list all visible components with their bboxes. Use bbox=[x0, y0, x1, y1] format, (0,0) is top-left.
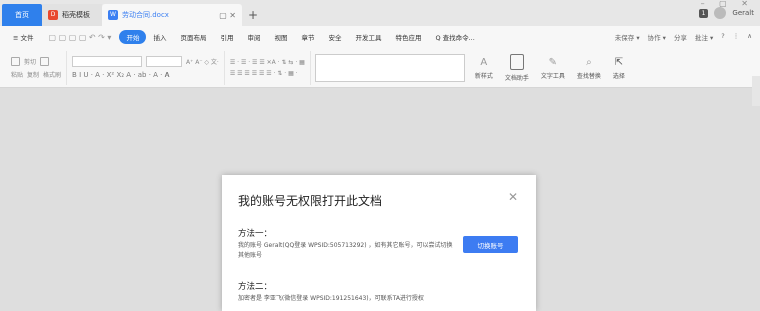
text-tools-button[interactable]: ✎ 文字工具 bbox=[535, 57, 571, 80]
select-label: 选择 bbox=[612, 72, 625, 80]
window-controls[interactable]: – ▢ ✕ bbox=[701, 0, 754, 8]
toolbar: 剪切 粘贴 复制 格式刷 A⁺ A⁻ ◇ 文· B I U · A · X² X… bbox=[0, 48, 760, 88]
dialog-title: 我的账号无权限打开此文档 bbox=[238, 194, 383, 208]
format-buttons[interactable]: B I U · A · X² X₂ A · ab · A · 𝐀 bbox=[72, 71, 169, 80]
doc-assistant-button[interactable]: 文档助手 bbox=[499, 54, 535, 82]
share-button[interactable]: 分享 bbox=[674, 32, 687, 42]
notification-badge[interactable]: 1 bbox=[698, 8, 709, 18]
comment-button[interactable]: 批注 ▾ bbox=[695, 32, 713, 42]
find-replace-label: 查找替换 bbox=[576, 72, 601, 80]
tab-document-label: 劳动合同.docx bbox=[122, 11, 169, 19]
tab-template-label: 稻壳模板 bbox=[62, 11, 90, 19]
format-painter-button[interactable]: 格式刷 bbox=[43, 70, 61, 79]
wrench-icon: ✎ bbox=[548, 56, 558, 68]
list-buttons[interactable]: ☰ · ☰ · ☰ ☰ ✕A · ⇅ ⇆ · ▦ bbox=[230, 59, 305, 66]
paste-icon[interactable] bbox=[11, 57, 20, 66]
style-gallery[interactable] bbox=[314, 54, 465, 82]
tab-template[interactable]: D 稻壳模板 bbox=[42, 4, 102, 26]
new-style-label: 新样式 bbox=[474, 72, 493, 80]
quick-access-icons[interactable]: ▢ ▢ ▢ ▢ ↶ ↷ ▾ bbox=[41, 33, 120, 42]
tab-bar: 首页 D 稻壳模板 W 劳动合同.docx ▢ ✕ + 1 Geralt – ▢… bbox=[0, 0, 760, 26]
copy-button[interactable]: 复制 bbox=[27, 70, 39, 79]
collapse-icon[interactable]: ∧ bbox=[747, 32, 752, 42]
font-size-select[interactable] bbox=[146, 56, 183, 67]
doc-assistant-icon bbox=[509, 54, 524, 70]
menu-reference[interactable]: 引用 bbox=[213, 32, 240, 42]
command-search[interactable]: Q 查找命令... bbox=[428, 32, 481, 42]
menu-bar: ≡ 文件 ▢ ▢ ▢ ▢ ↶ ↷ ▾ 开始 插入 页面布局 引用 审阅 视图 章… bbox=[0, 26, 760, 48]
method2-text: 加密者是 李亚飞(微信登录 WPSID:191251643)，可联系TA进行授权 bbox=[238, 295, 424, 302]
cut-button[interactable]: 剪切 bbox=[24, 57, 36, 66]
paragraph-group: ☰ · ☰ · ☰ ☰ ✕A · ⇅ ⇆ · ▦ ☰ ☰ ☰ ☰ ☰ ☰ · ⇅… bbox=[225, 51, 311, 85]
menu-chapter[interactable]: 章节 bbox=[294, 32, 321, 42]
more-icon[interactable]: ⋮ bbox=[733, 32, 740, 42]
find-replace-button[interactable]: ⌕ 查找替换 bbox=[571, 57, 607, 80]
user-name[interactable]: Geralt bbox=[732, 9, 754, 17]
method1-text: 我的账号 Geralt(QQ登录 WPSID:505713292) ，如有其它账… bbox=[238, 242, 453, 259]
method2-title: 方法二： bbox=[238, 282, 273, 292]
font-ops[interactable]: A⁺ A⁻ ◇ 文· bbox=[186, 57, 219, 66]
select-button[interactable]: ⇱ 选择 bbox=[607, 57, 631, 80]
menu-page-layout[interactable]: 页面布局 bbox=[173, 32, 213, 42]
cursor-icon: ⇱ bbox=[614, 56, 624, 68]
collab-button[interactable]: 协作 ▾ bbox=[648, 32, 666, 42]
clipboard-group: 剪切 粘贴 复制 格式刷 bbox=[6, 51, 68, 85]
wps-window: 首页 D 稻壳模板 W 劳动合同.docx ▢ ✕ + 1 Geralt – ▢… bbox=[0, 0, 760, 311]
word-doc-icon: W bbox=[108, 10, 118, 20]
menu-view[interactable]: 视图 bbox=[267, 32, 294, 42]
menu-review[interactable]: 审阅 bbox=[240, 32, 267, 42]
menu-insert[interactable]: 插入 bbox=[146, 32, 173, 42]
permission-dialog: 我的账号无权限打开此文档 ✕ 方法一： 我的账号 Geralt(QQ登录 WPS… bbox=[222, 175, 536, 311]
tab-close-icon[interactable]: ▢ ✕ bbox=[219, 11, 236, 20]
text-tools-label: 文字工具 bbox=[540, 72, 565, 80]
new-tab-button[interactable]: + bbox=[242, 4, 264, 26]
paste-button[interactable]: 粘贴 bbox=[11, 70, 23, 79]
font-name-select[interactable] bbox=[72, 56, 143, 67]
menu-right-controls: 未保存 ▾ 协作 ▾ 分享 批注 ▾ ? ⋮ ∧ bbox=[615, 32, 760, 42]
ribbon: ≡ 文件 ▢ ▢ ▢ ▢ ↶ ↷ ▾ 开始 插入 页面布局 引用 审阅 视图 章… bbox=[0, 26, 760, 106]
avatar[interactable] bbox=[714, 7, 727, 19]
tab-home[interactable]: 首页 bbox=[2, 4, 42, 26]
ribbon-scroll[interactable] bbox=[752, 76, 760, 106]
file-menu[interactable]: ≡ 文件 bbox=[6, 32, 41, 42]
style-icon: A bbox=[480, 56, 488, 68]
new-style-button[interactable]: A 新样式 bbox=[469, 57, 499, 80]
menu-start[interactable]: 开始 bbox=[119, 30, 147, 44]
align-buttons[interactable]: ☰ ☰ ☰ ☰ ☰ ☰ · ⇅ · ▦ · bbox=[230, 70, 298, 77]
menu-developer[interactable]: 开发工具 bbox=[348, 32, 388, 42]
doc-assistant-label: 文档助手 bbox=[504, 75, 529, 82]
tab-document[interactable]: W 劳动合同.docx ▢ ✕ bbox=[102, 4, 242, 26]
doc-icon[interactable] bbox=[40, 57, 50, 66]
template-icon: D bbox=[48, 10, 58, 20]
menu-special[interactable]: 特色应用 bbox=[388, 32, 428, 42]
method1-title: 方法一： bbox=[238, 229, 273, 239]
font-group: A⁺ A⁻ ◇ 文· B I U · A · X² X₂ A · ab · A … bbox=[67, 51, 225, 85]
switch-account-button[interactable]: 切换账号 bbox=[463, 236, 518, 253]
close-icon[interactable]: ✕ bbox=[508, 190, 518, 204]
menu-security[interactable]: 安全 bbox=[321, 32, 348, 42]
help-icon[interactable]: ? bbox=[721, 32, 724, 42]
save-status[interactable]: 未保存 ▾ bbox=[615, 32, 640, 42]
search-icon: ⌕ bbox=[586, 56, 592, 68]
